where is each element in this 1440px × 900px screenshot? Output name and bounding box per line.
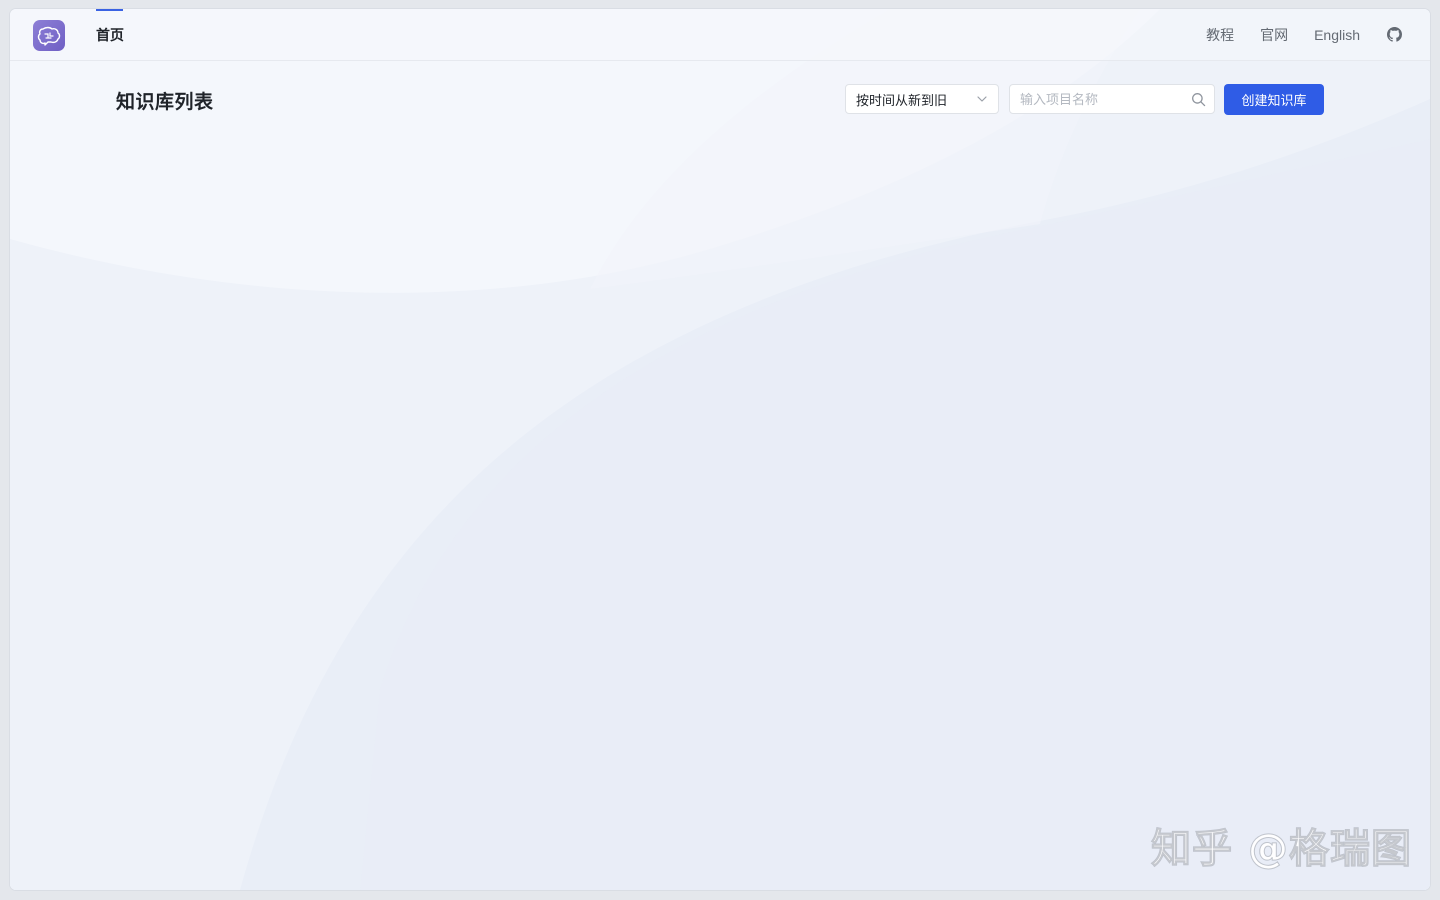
nav-official-site-link[interactable]: 官网 [1260, 25, 1288, 45]
brain-chat-logo-icon[interactable] [33, 20, 65, 51]
background-waves [10, 9, 1430, 890]
nav-home-link[interactable]: 首页 [96, 9, 124, 60]
project-search-input[interactable] [1020, 91, 1190, 107]
github-icon[interactable] [1386, 27, 1402, 43]
create-knowledge-base-button[interactable]: 创建知识库 [1224, 84, 1324, 115]
nav-language-link[interactable]: English [1314, 27, 1360, 43]
chevron-down-icon [976, 93, 988, 105]
top-right-links: 教程 官网 English [1180, 9, 1402, 60]
sort-selected-value: 按时间从新到旧 [856, 92, 948, 108]
watermark-text: 知乎 @格瑞图 [1151, 826, 1412, 873]
project-search-box [1009, 84, 1215, 114]
page-title: 知识库列表 [116, 92, 214, 113]
search-icon[interactable] [1190, 91, 1206, 107]
sort-order-select[interactable]: 按时间从新到旧 [845, 84, 999, 114]
nav-tutorial-link[interactable]: 教程 [1206, 25, 1234, 45]
app-window: 首页 教程 官网 English 知识库列表 按时间从新到旧 输入项目名称 创建… [10, 9, 1430, 890]
top-navigation-bar: 首页 教程 官网 English [10, 9, 1430, 61]
